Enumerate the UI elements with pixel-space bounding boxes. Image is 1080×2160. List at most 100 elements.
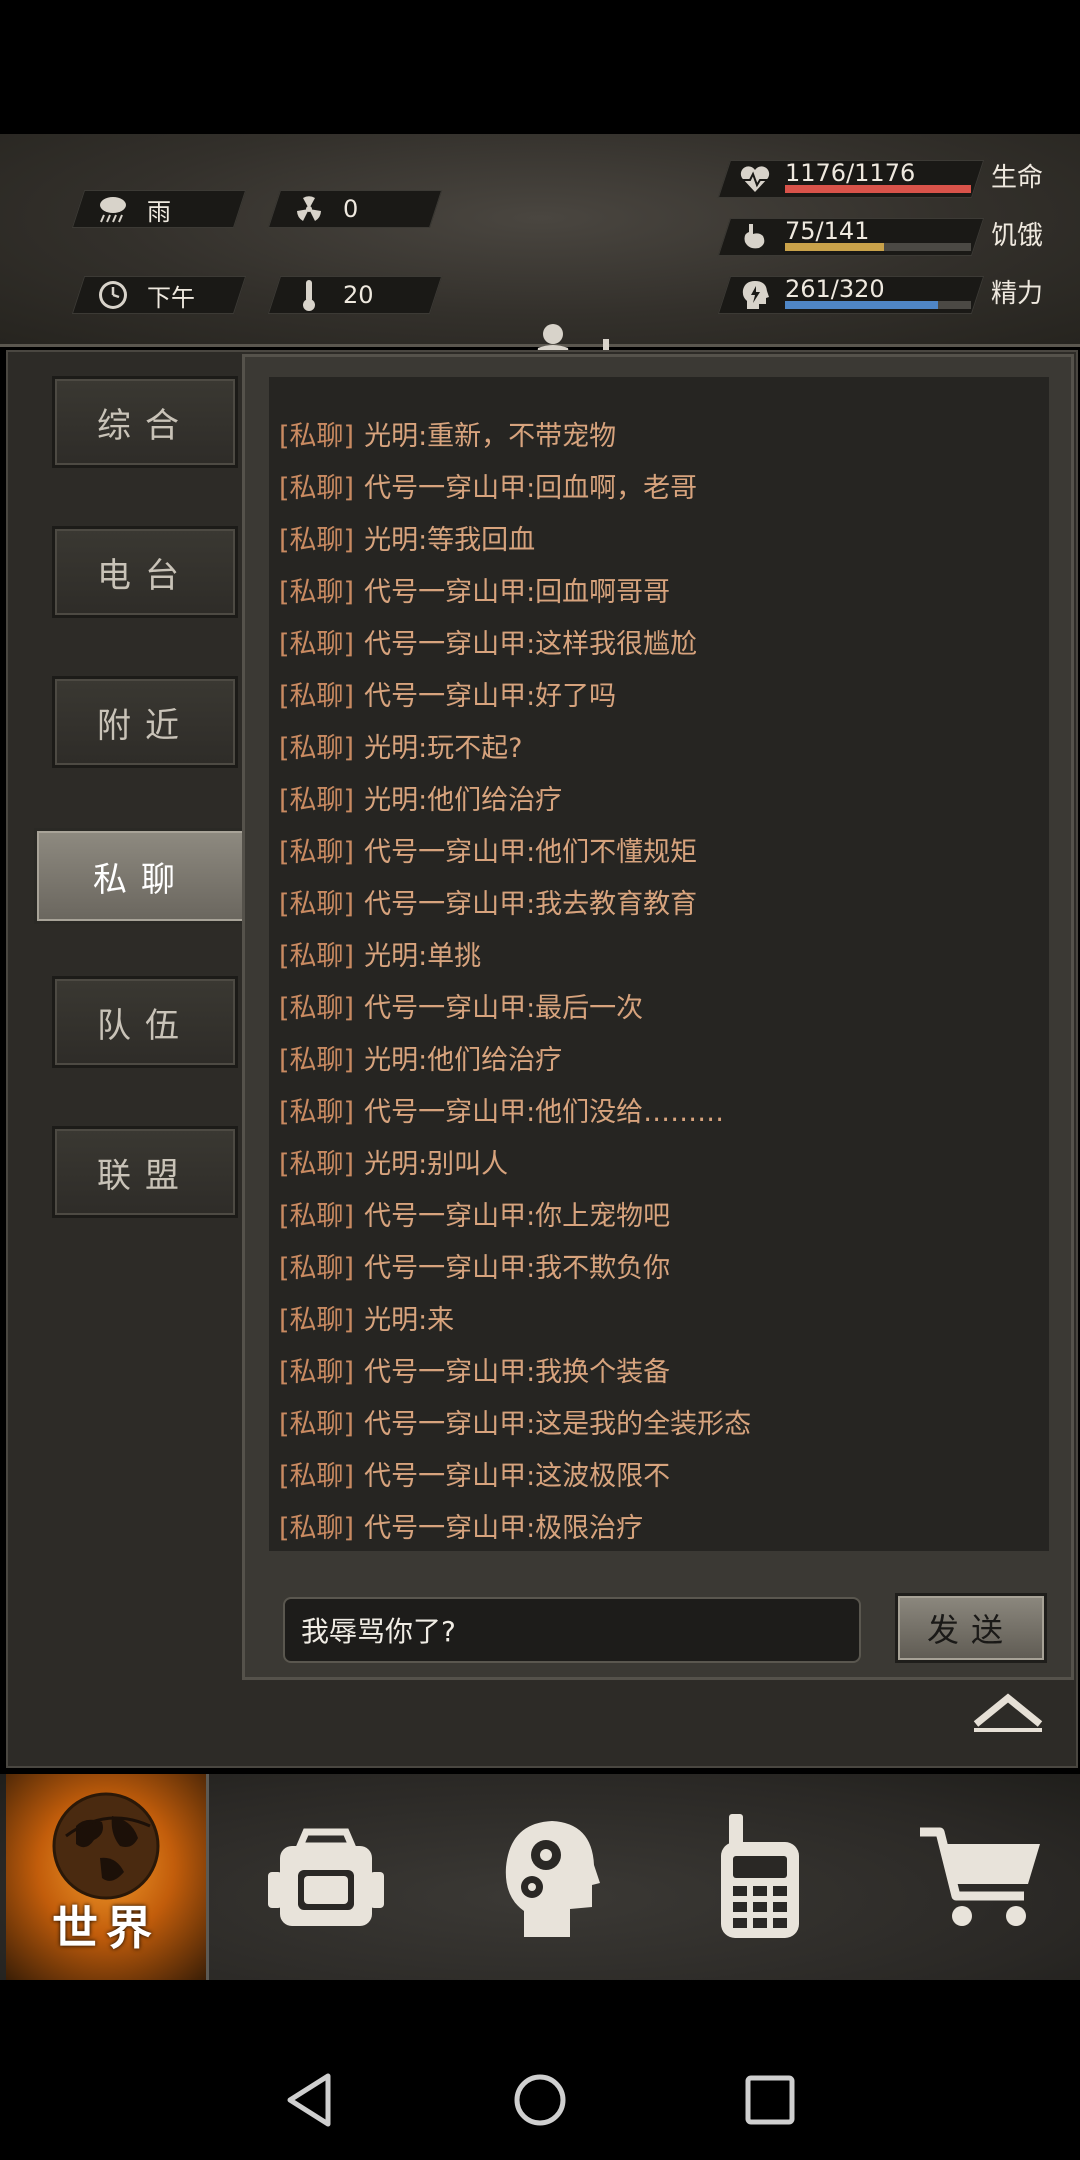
chat-message: [私聊] 代号一穿山甲:他们不懂规矩: [269, 827, 1049, 879]
life-fill: [785, 185, 971, 193]
chat-message: [私聊] 光明:单挑: [269, 931, 1049, 983]
message-text: 代号一穿山甲:他们没给………: [364, 1097, 725, 1128]
message-text: 光明:他们给治疗: [364, 785, 563, 816]
stomach-icon: [735, 219, 775, 255]
message-text: 代号一穿山甲:极限治疗: [364, 1513, 644, 1544]
hunger-fill: [785, 243, 884, 251]
message-text: 光明:别叫人: [364, 1149, 509, 1180]
message-text: 代号一穿山甲:你上宠物吧: [364, 1201, 671, 1232]
message-channel-tag: [私聊]: [279, 1201, 355, 1232]
hunger-label: 饥饿: [990, 221, 1043, 251]
nav-backpack[interactable]: [256, 1774, 396, 1980]
home-icon[interactable]: [510, 2070, 570, 2130]
energy-label: 精力: [990, 279, 1043, 309]
clock-icon: [93, 277, 133, 313]
tab-alliance[interactable]: 联盟: [52, 1126, 238, 1218]
chat-message: [私聊] 代号一穿山甲:你上宠物吧: [269, 1191, 1049, 1243]
message-channel-tag: [私聊]: [279, 889, 355, 920]
life-label: 生命: [990, 163, 1043, 193]
globe-icon: [52, 1792, 160, 1900]
chat-message: [私聊] 代号一穿山甲:这是我的全装形态: [269, 1399, 1049, 1451]
weather-chip: 雨: [71, 190, 247, 228]
weather-text: 雨: [147, 197, 171, 226]
thermometer-icon: [289, 277, 329, 313]
message-text: 代号一穿山甲:最后一次: [364, 993, 644, 1024]
rain-cloud-icon: [93, 191, 133, 227]
back-icon[interactable]: [280, 2070, 340, 2130]
tab-private[interactable]: 私聊: [34, 828, 248, 924]
energy-fill: [785, 301, 938, 309]
message-channel-tag: [私聊]: [279, 1253, 355, 1284]
collapse-button[interactable]: [970, 1684, 1046, 1734]
nav-radio[interactable]: [690, 1774, 830, 1980]
chat-message: [私聊] 代号一穿山甲:回血啊哥哥: [269, 567, 1049, 619]
message-channel-tag: [私聊]: [279, 1461, 355, 1492]
chat-panel: 综合 电台 附近 私聊 队伍 联盟 [私聊] 光明:重新，不带宠物 [私聊] 代号一穿…: [6, 350, 1078, 1768]
radiation-chip: 0: [267, 190, 443, 228]
message-channel-tag: [私聊]: [279, 941, 355, 972]
message-channel-tag: [私聊]: [279, 681, 355, 712]
tab-nearby[interactable]: 附近: [52, 676, 238, 768]
tab-team[interactable]: 队伍: [52, 976, 238, 1068]
channel-sidebar: 综合 电台 附近 私聊 队伍 联盟: [8, 352, 248, 1766]
radio-icon: [721, 1814, 799, 1938]
chat-message: [私聊] 代号一穿山甲:他们没给………: [269, 1087, 1049, 1139]
energy-head-icon: [735, 277, 775, 313]
hunger-value: 75/141: [785, 217, 870, 245]
tab-radio[interactable]: 电台: [52, 526, 238, 618]
chat-message: [私聊] 代号一穿山甲:好了吗: [269, 671, 1049, 723]
message-channel-tag: [私聊]: [279, 1097, 355, 1128]
hunger-bar: 75/141 饥饿: [717, 217, 1043, 256]
message-channel-tag: [私聊]: [279, 993, 355, 1024]
chat-message: [私聊] 光明:别叫人: [269, 1139, 1049, 1191]
message-text: 代号一穿山甲:我去教育教育: [364, 889, 698, 920]
nav-world[interactable]: 世界: [6, 1774, 209, 1980]
chat-message: [私聊] 代号一穿山甲:回血啊，老哥: [269, 463, 1049, 515]
chat-message: [私聊] 代号一穿山甲:我去教育教育: [269, 879, 1049, 931]
message-text: 光明:玩不起?: [364, 733, 523, 764]
chat-message: [私聊] 光明:玩不起?: [269, 723, 1049, 775]
message-text: 代号一穿山甲:这波极限不: [364, 1461, 671, 1492]
chat-message: [私聊] 代号一穿山甲:我换个装备: [269, 1347, 1049, 1399]
chat-box: [私聊] 光明:重新，不带宠物 [私聊] 代号一穿山甲:回血啊，老哥 [私聊] 光明:等我…: [242, 354, 1074, 1680]
message-text: 光明:来: [364, 1305, 455, 1336]
chat-message: [私聊] 代号一穿山甲:我不欺负你: [269, 1243, 1049, 1295]
message-text: 光明:等我回血: [364, 525, 536, 556]
temperature-chip: 20: [267, 276, 443, 314]
message-channel-tag: [私聊]: [279, 525, 355, 556]
message-text: 代号一穿山甲:回血啊哥哥: [364, 577, 671, 608]
radiation-icon: [289, 191, 329, 227]
message-text: 代号一穿山甲:这是我的全装形态: [364, 1409, 752, 1440]
heart-icon: [735, 161, 775, 197]
backpack-icon: [268, 1828, 384, 1926]
nav-skills[interactable]: [480, 1774, 620, 1980]
temperature-value: 20: [343, 281, 374, 309]
message-channel-tag: [私聊]: [279, 473, 355, 504]
chat-message: [私聊] 代号一穿山甲:这波极限不: [269, 1451, 1049, 1503]
message-text: 代号一穿山甲:回血啊，老哥: [364, 473, 698, 504]
message-text: 代号一穿山甲:我不欺负你: [364, 1253, 671, 1284]
recents-icon[interactable]: [740, 2070, 800, 2130]
message-text: 光明:单挑: [364, 941, 482, 972]
message-channel-tag: [私聊]: [279, 421, 355, 452]
message-channel-tag: [私聊]: [279, 629, 355, 660]
message-channel-tag: [私聊]: [279, 733, 355, 764]
chat-message: [私聊] 光明:重新，不带宠物: [269, 411, 1049, 463]
nav-shop[interactable]: [906, 1774, 1056, 1980]
message-channel-tag: [私聊]: [279, 1149, 355, 1180]
message-text: 光明:他们给治疗: [364, 1045, 563, 1076]
message-list[interactable]: [私聊] 光明:重新，不带宠物 [私聊] 代号一穿山甲:回血啊，老哥 [私聊] 光明:等我…: [269, 377, 1049, 1551]
message-text: 代号一穿山甲:我换个装备: [364, 1357, 671, 1388]
system-navigation-bar: [0, 2000, 1080, 2160]
message-input[interactable]: 我辱骂你了?: [283, 1597, 861, 1663]
send-button[interactable]: 发送: [895, 1593, 1047, 1663]
tab-general[interactable]: 综合: [52, 376, 238, 468]
message-text: 代号一穿山甲:好了吗: [364, 681, 617, 712]
message-channel-tag: [私聊]: [279, 837, 355, 868]
message-text: 代号一穿山甲:这样我很尴尬: [364, 629, 698, 660]
bottom-navigation: 世界: [0, 1774, 1080, 1980]
message-text: 光明:重新，不带宠物: [364, 421, 617, 452]
message-channel-tag: [私聊]: [279, 1513, 355, 1544]
chat-message: [私聊] 代号一穿山甲:最后一次: [269, 983, 1049, 1035]
skills-head-icon: [505, 1821, 600, 1937]
